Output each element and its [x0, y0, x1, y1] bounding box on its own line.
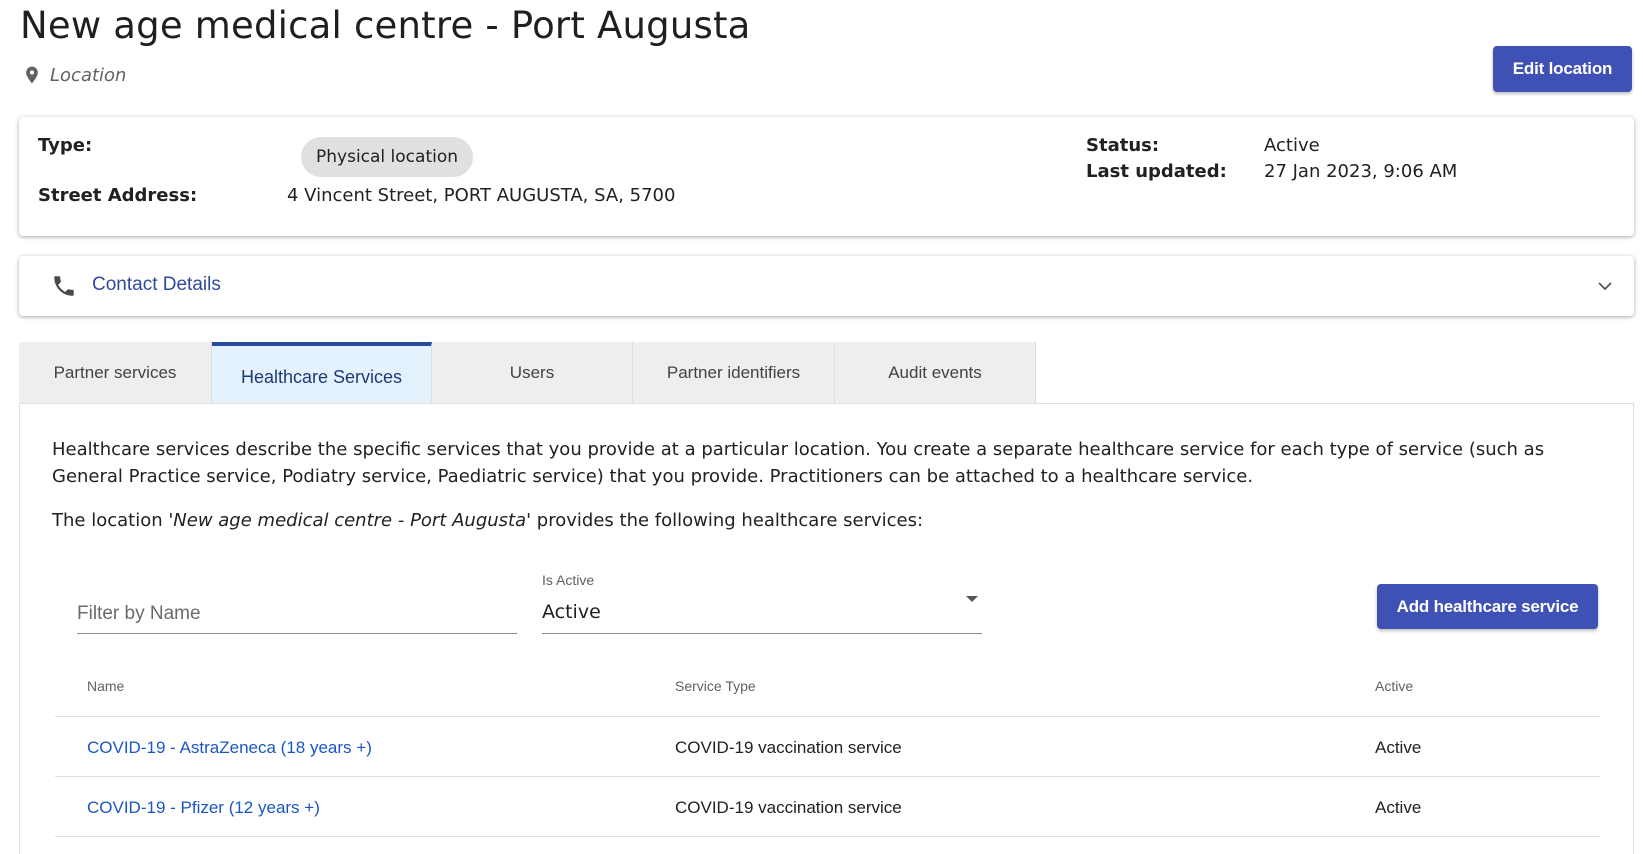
location-pin-icon [26, 66, 38, 84]
tab-bar: Partner services Healthcare Services Use… [19, 342, 1036, 403]
table-row: COVID-19 - AstraZeneca (18 years +) COVI… [55, 717, 1600, 777]
contact-details-label: Contact Details [92, 274, 221, 295]
active-cell: Active [1375, 738, 1422, 757]
updated-label: Last updated: [1086, 161, 1227, 182]
tab-partner-services[interactable]: Partner services [19, 342, 212, 403]
status-value: Active [1264, 135, 1320, 156]
page-title: New age medical centre - Port Augusta [20, 4, 751, 47]
provides-text: The location 'New age medical centre - P… [52, 510, 923, 531]
type-label: Type: [38, 135, 93, 156]
is-active-value: Active [542, 601, 601, 623]
address-value: 4 Vincent Street, PORT AUGUSTA, SA, 5700 [287, 185, 676, 206]
is-active-select[interactable]: Is Active Active [542, 566, 982, 634]
service-name-link[interactable]: COVID-19 - Pfizer (12 years +) [87, 798, 320, 818]
subtitle-text: Location [50, 64, 127, 86]
type-chip: Physical location [301, 137, 474, 177]
active-cell: Active [1375, 798, 1422, 817]
status-label: Status: [1086, 135, 1160, 156]
contact-details-expander[interactable]: Contact Details [19, 256, 1634, 316]
panel-description: Healthcare services describe the specifi… [52, 439, 1545, 487]
column-header-service-type[interactable]: Service Type [675, 678, 756, 694]
column-header-name[interactable]: Name [87, 678, 124, 694]
healthcare-services-panel: Healthcare services describe the specifi… [19, 403, 1634, 854]
tab-users[interactable]: Users [432, 342, 633, 403]
column-header-active[interactable]: Active [1375, 678, 1413, 694]
service-type-cell: COVID-19 vaccination service [675, 738, 902, 757]
tab-healthcare-services[interactable]: Healthcare Services [212, 342, 432, 403]
table-header: Name Service Type Active [55, 652, 1600, 717]
phone-icon [54, 276, 74, 296]
edit-location-button[interactable]: Edit location [1493, 46, 1632, 92]
location-info-card: Type: Physical location Street Address: … [19, 117, 1634, 236]
updated-value: 27 Jan 2023, 9:06 AM [1264, 161, 1458, 182]
page-subtitle: Location [22, 64, 126, 86]
address-label: Street Address: [38, 185, 198, 206]
table-row: COVID-19 - Pfizer (12 years +) COVID-19 … [55, 777, 1600, 837]
tab-partner-identifiers[interactable]: Partner identifiers [633, 342, 835, 403]
provides-prefix: The location ' [52, 510, 174, 531]
dropdown-arrow-icon[interactable] [966, 596, 978, 602]
provides-location-name: New age medical centre - Port Augusta [173, 510, 527, 531]
provides-suffix: ' provides the following healthcare serv… [526, 510, 924, 531]
filter-by-name-field [77, 578, 517, 634]
healthcare-services-table: Name Service Type Active COVID-19 - Astr… [55, 652, 1600, 837]
is-active-label: Is Active [542, 572, 595, 588]
add-healthcare-service-button[interactable]: Add healthcare service [1377, 584, 1598, 629]
filter-by-name-input[interactable] [77, 603, 517, 625]
chevron-down-icon[interactable] [1597, 280, 1613, 292]
service-name-link[interactable]: COVID-19 - AstraZeneca (18 years +) [87, 738, 372, 758]
service-type-cell: COVID-19 vaccination service [675, 798, 902, 817]
tab-audit-events[interactable]: Audit events [835, 342, 1036, 403]
